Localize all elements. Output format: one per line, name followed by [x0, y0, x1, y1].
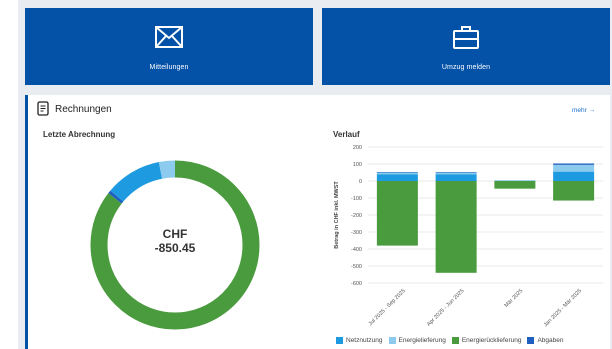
y-tick-label: 0	[359, 179, 362, 185]
bar-0-2[interactable]	[376, 181, 418, 246]
bar-1-0[interactable]	[435, 174, 477, 181]
more-link[interactable]: mehr →	[572, 107, 595, 114]
legend-label: Abgaben	[537, 337, 564, 344]
x-tick-label: Jan 2025 - Mär 2025	[543, 288, 583, 328]
bar-3-3[interactable]	[553, 163, 595, 165]
legend-item-0[interactable]: Netznutzung	[336, 337, 383, 344]
y-tick-label: -100	[351, 196, 362, 202]
briefcase-icon	[453, 26, 479, 49]
legend-swatch	[388, 337, 396, 344]
y-tick-label: 200	[353, 145, 362, 151]
envelope-icon	[155, 26, 183, 48]
bar-3-2[interactable]	[553, 181, 595, 201]
messages-tile[interactable]: Mitteilungen	[25, 8, 313, 85]
bar-1-1[interactable]	[435, 172, 477, 175]
panel-accent-bar	[25, 95, 28, 349]
bar-3-1[interactable]	[553, 164, 595, 172]
legend-label: Energielieferung	[398, 337, 446, 344]
bar-2-2[interactable]	[494, 181, 536, 189]
history-heading: Verlauf	[333, 130, 360, 139]
move-report-label: Umzug melden	[441, 64, 491, 71]
legend-item-3[interactable]: Abgaben	[527, 337, 564, 344]
donut-amount: -850.45	[154, 241, 196, 255]
y-tick-label: 100	[353, 162, 362, 168]
donut-currency: CHF	[162, 227, 188, 241]
y-tick-label: -600	[351, 281, 362, 287]
left-edge	[0, 0, 18, 349]
bar-2-1[interactable]	[494, 180, 536, 181]
donut-center-text: CHF -850.45	[80, 227, 270, 255]
x-tick-label: Jul 2025 - Sep 2025	[368, 288, 407, 327]
legend-label: Energierücklieferung	[461, 337, 522, 344]
legend-label: Netznutzung	[346, 337, 383, 344]
chart-legend: Netznutzung Energielieferung Energierückli…	[336, 337, 570, 344]
legend-swatch	[336, 337, 343, 344]
document-icon	[37, 101, 49, 116]
bar-3-0[interactable]	[553, 171, 595, 181]
legend-swatch	[527, 337, 535, 344]
last-invoice-heading: Letzte Abrechnung	[43, 130, 116, 139]
bar-0-0[interactable]	[376, 174, 418, 181]
y-tick-label: -500	[351, 264, 362, 270]
bar-1-2[interactable]	[435, 181, 477, 273]
legend-item-2[interactable]: Energierücklieferung	[451, 337, 522, 344]
y-tick-label: -400	[351, 247, 362, 253]
legend-swatch	[451, 337, 459, 344]
move-report-tile[interactable]: Umzug melden	[322, 8, 610, 85]
x-tick-label: Mär 2025	[504, 288, 525, 309]
y-axis-label: Betrag in CHF inkl. MWST	[334, 181, 340, 249]
y-tick-label: -200	[351, 213, 362, 219]
bar-0-3[interactable]	[376, 171, 418, 173]
panel-title: Rechnungen	[55, 104, 112, 115]
x-tick-label: Apr 2025 - Jun 2025	[426, 288, 465, 327]
messages-label: Mitteilungen	[149, 64, 189, 71]
history-chart: 200 100 0 -100 -200 -300 -400 -500 -600 Betrag in…	[334, 145, 603, 328]
bar-1-3[interactable]	[435, 171, 477, 173]
legend-item-1[interactable]: Energielieferung	[388, 337, 446, 344]
bar-0-1[interactable]	[376, 172, 418, 175]
y-tick-label: -300	[351, 230, 362, 236]
